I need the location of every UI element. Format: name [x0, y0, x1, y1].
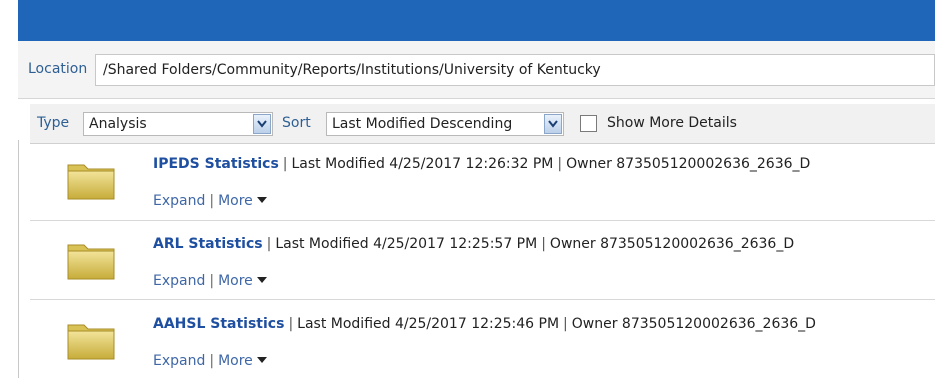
more-menu-link[interactable]: More	[218, 273, 267, 289]
item-actions: Expand | More	[153, 193, 267, 209]
caret-down-icon	[256, 357, 267, 363]
divider	[30, 299, 935, 300]
item-actions: Expand | More	[153, 273, 267, 289]
item-title-link[interactable]: IPEDS Statistics	[153, 156, 279, 172]
item-modified: Last Modified 4/25/2017 12:25:46 PM	[297, 316, 560, 332]
show-more-details-label: Show More Details	[607, 115, 737, 131]
item-meta: ARL Statistics | Last Modified 4/25/2017 1…	[153, 236, 794, 252]
top-header-bar	[18, 0, 935, 41]
separator: |	[541, 236, 546, 252]
more-label: More	[218, 273, 253, 289]
sort-label: Sort	[282, 115, 311, 131]
sort-select-value: Last Modified Descending	[332, 116, 513, 132]
show-more-details-checkbox[interactable]	[580, 115, 597, 132]
type-select-value: Analysis	[89, 116, 147, 132]
list-item: ARL Statistics | Last Modified 4/25/2017 1…	[30, 236, 935, 296]
folder-icon	[67, 244, 115, 280]
separator: |	[209, 353, 215, 369]
separator: |	[209, 193, 215, 209]
item-title-link[interactable]: ARL Statistics	[153, 236, 263, 252]
folder-icon	[67, 164, 115, 200]
list-item: AAHSL Statistics | Last Modified 4/25/2017…	[30, 316, 935, 376]
caret-down-icon	[256, 277, 267, 283]
more-menu-link[interactable]: More	[218, 353, 267, 369]
chevron-down-icon[interactable]	[544, 114, 562, 134]
list-item: IPEDS Statistics | Last Modified 4/25/2017…	[30, 156, 935, 216]
more-label: More	[218, 353, 253, 369]
expand-link[interactable]: Expand	[153, 193, 205, 209]
location-label: Location	[28, 61, 88, 77]
location-bar: Location /Shared Folders/Community/Repor…	[18, 41, 935, 98]
separator: |	[557, 156, 563, 172]
folder-icon	[67, 324, 115, 360]
separator: |	[282, 156, 288, 172]
expand-link[interactable]: Expand	[153, 353, 205, 369]
expand-link[interactable]: Expand	[153, 273, 205, 289]
type-label: Type	[37, 115, 70, 131]
divider	[18, 140, 19, 378]
separator: |	[563, 316, 568, 332]
sort-select[interactable]: Last Modified Descending	[326, 112, 564, 136]
location-path-field[interactable]: /Shared Folders/Community/Reports/Instit…	[95, 54, 935, 86]
item-owner: Owner 873505120002636_2636_D	[566, 156, 811, 172]
type-select[interactable]: Analysis	[83, 112, 273, 136]
filter-toolbar: Type Analysis Sort Last Modified Descend…	[30, 104, 935, 144]
item-owner: Owner 873505120002636_2636_D	[549, 236, 795, 252]
separator: |	[266, 236, 272, 252]
item-actions: Expand | More	[153, 353, 267, 369]
item-owner: Owner 873505120002636_2636_D	[571, 316, 816, 332]
divider	[30, 220, 935, 221]
item-title-link[interactable]: AAHSL Statistics	[153, 316, 284, 332]
item-modified: Last Modified 4/25/2017 12:25:57 PM	[275, 236, 538, 252]
item-meta: IPEDS Statistics | Last Modified 4/25/2017…	[153, 156, 810, 172]
item-modified: Last Modified 4/25/2017 12:26:32 PM	[291, 156, 554, 172]
separator: |	[209, 273, 215, 289]
caret-down-icon	[256, 197, 267, 203]
item-meta: AAHSL Statistics | Last Modified 4/25/2017…	[153, 316, 816, 332]
more-menu-link[interactable]: More	[218, 193, 267, 209]
separator: |	[288, 316, 294, 332]
more-label: More	[218, 193, 253, 209]
chevron-down-icon[interactable]	[253, 114, 271, 134]
divider	[18, 98, 935, 99]
